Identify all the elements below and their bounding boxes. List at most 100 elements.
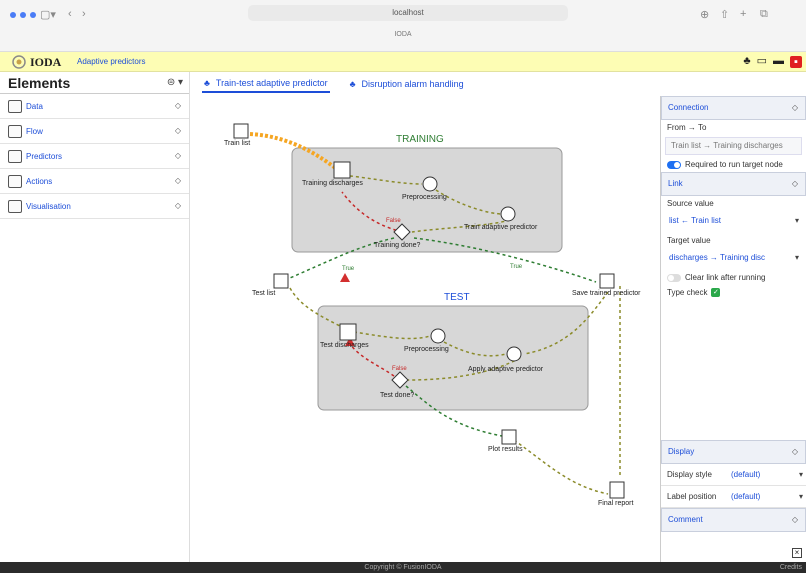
back-icon[interactable]: ‹ xyxy=(68,8,72,20)
node-test-discharges[interactable] xyxy=(339,323,357,341)
warning-marker xyxy=(340,273,350,282)
source-value-select[interactable]: list ← Train list ▾ xyxy=(665,213,802,231)
pdf-icon[interactable]: ▪ xyxy=(790,55,802,68)
sidebar-item-visualisation[interactable]: Visualisation ◇ xyxy=(0,194,189,219)
export-icon[interactable]: ⇧ xyxy=(720,8,729,21)
users-icon[interactable]: ♣ xyxy=(743,55,750,68)
share-icon[interactable]: ⊕ xyxy=(700,8,709,21)
group-title-training: TRAINING xyxy=(396,134,444,145)
browser-tab[interactable]: IODA xyxy=(0,26,806,44)
section-connection[interactable]: Connection ◇ xyxy=(661,96,806,120)
node-preprocessing-1[interactable] xyxy=(422,176,438,192)
sidebar-item-data[interactable]: Data ◇ xyxy=(0,94,189,119)
node-train-predictor[interactable] xyxy=(500,206,516,222)
edge[interactable] xyxy=(513,439,609,495)
chevron-icon: ◇ xyxy=(174,101,181,110)
edge-label: True xyxy=(510,264,523,270)
target-value-select[interactable]: discharges → Training disc ▾ xyxy=(665,250,802,268)
node-label: Final report xyxy=(598,500,634,507)
group-title-test: TEST xyxy=(444,292,470,303)
chevron-icon: ◇ xyxy=(174,201,181,210)
from-to-field: Train list → Training discharges xyxy=(665,137,802,155)
page-title[interactable]: Adaptive predictors xyxy=(77,57,145,66)
chevron-icon: ◇ xyxy=(791,103,798,112)
edge-label: True xyxy=(342,266,355,272)
credits-link[interactable]: Credits xyxy=(780,562,802,573)
visualisation-icon xyxy=(8,199,22,213)
node-label: Test list xyxy=(252,290,276,297)
source-value-label: Source value xyxy=(667,199,714,208)
workflow-icon: ♣ xyxy=(204,78,210,88)
tabs-overview-icon[interactable]: ⧉ xyxy=(760,8,768,21)
edge-label: False xyxy=(392,366,407,372)
flow-icon xyxy=(8,124,22,138)
database-icon[interactable]: ▬ xyxy=(773,55,784,68)
section-display[interactable]: Display ◇ xyxy=(661,440,806,464)
properties-panel: Connection ◇ From → To Train list → Train… xyxy=(660,96,806,562)
section-comment[interactable]: Comment ◇ xyxy=(661,508,806,532)
node-preprocessing-2[interactable] xyxy=(430,328,446,344)
label-position-row: Label position (default) ▾ xyxy=(661,486,806,508)
required-toggle[interactable] xyxy=(667,160,681,169)
forward-icon[interactable]: › xyxy=(82,8,86,20)
window-controls[interactable] xyxy=(10,12,36,18)
app-header: IODA Adaptive predictors ♣ ▭ ▬ ▪ xyxy=(0,52,806,72)
sidebar-toggle-icon[interactable]: ▢▾ xyxy=(40,8,56,21)
ioda-logo xyxy=(12,55,26,69)
from-to-label: From → To xyxy=(667,123,707,132)
sidebar-title: Elements ⊜ ▾ xyxy=(0,72,189,94)
label-position-select[interactable]: (default) ▾ xyxy=(731,492,806,501)
predictor-icon xyxy=(8,149,22,163)
sidebar-item-flow[interactable]: Flow ◇ xyxy=(0,119,189,144)
chevron-icon: ◇ xyxy=(791,179,798,188)
chevron-icon: ◇ xyxy=(791,447,798,456)
node-label: Training discharges xyxy=(302,180,363,187)
node-label: Test done? xyxy=(380,392,415,399)
database-icon xyxy=(8,99,22,113)
chevron-down-icon: ▾ xyxy=(794,253,799,262)
chevron-icon: ◇ xyxy=(174,151,181,160)
test-group[interactable] xyxy=(317,305,589,411)
node-plot-results[interactable] xyxy=(501,429,517,445)
footer: Copyright © FusionIODA Credits xyxy=(0,562,806,573)
sidebar-item-actions[interactable]: Actions ◇ xyxy=(0,169,189,194)
chevron-down-icon: ▾ xyxy=(798,470,803,479)
workflow-graph xyxy=(233,123,625,499)
chevron-icon: ◇ xyxy=(791,515,798,524)
node-label: Preprocessing xyxy=(402,194,447,201)
new-tab-icon[interactable]: + xyxy=(740,8,746,20)
node-label: Preprocessing xyxy=(404,346,449,353)
workflow-tabs: ♣ Train-test adaptive predictor ♣ Disrupti… xyxy=(190,72,660,96)
section-link[interactable]: Link ◇ xyxy=(661,172,806,196)
node-apply-predictor[interactable] xyxy=(506,346,522,362)
node-label: Save trained predictor xyxy=(572,290,641,297)
elements-sidebar: Elements ⊜ ▾ Data ◇ Flow ◇ Predictors ◇ Act… xyxy=(0,72,190,562)
display-style-row: Display style (default) ▾ xyxy=(661,464,806,486)
node-label: Test discharges xyxy=(320,342,369,349)
close-icon[interactable]: × xyxy=(792,548,802,558)
address-bar[interactable]: localhost xyxy=(248,5,568,21)
layers-menu-icon[interactable]: ⊜ ▾ xyxy=(167,72,183,94)
actions-icon xyxy=(8,174,22,188)
workflow-canvas[interactable]: TRAINING TEST Train list Training discha… xyxy=(190,96,660,562)
required-row: Required to run target node xyxy=(661,157,806,172)
sidebar-item-predictors[interactable]: Predictors ◇ xyxy=(0,144,189,169)
node-test-list[interactable] xyxy=(273,273,289,289)
clear-link-toggle[interactable] xyxy=(667,273,681,282)
chevron-down-icon: ▾ xyxy=(794,216,799,225)
node-train-list[interactable] xyxy=(233,123,249,139)
node-save-predictor[interactable] xyxy=(599,273,615,289)
node-final-report[interactable] xyxy=(609,481,625,499)
chevron-icon: ◇ xyxy=(174,126,181,135)
tab-disruption-alarm[interactable]: ♣ Disruption alarm handling xyxy=(348,76,466,92)
tab-train-test[interactable]: ♣ Train-test adaptive predictor xyxy=(202,75,330,93)
chevron-icon: ◇ xyxy=(174,176,181,185)
type-check-checkbox[interactable]: ✓ xyxy=(711,288,721,298)
display-style-select[interactable]: (default) ▾ xyxy=(731,470,806,479)
copyright: Copyright © FusionIODA xyxy=(364,564,442,571)
folder-icon[interactable]: ▭ xyxy=(757,55,767,68)
node-training-discharges[interactable] xyxy=(333,161,351,179)
target-value-label: Target value xyxy=(667,236,711,245)
type-check-row: Type check ✓ xyxy=(667,288,721,298)
node-label: Apply adaptive predictor xyxy=(468,366,544,373)
